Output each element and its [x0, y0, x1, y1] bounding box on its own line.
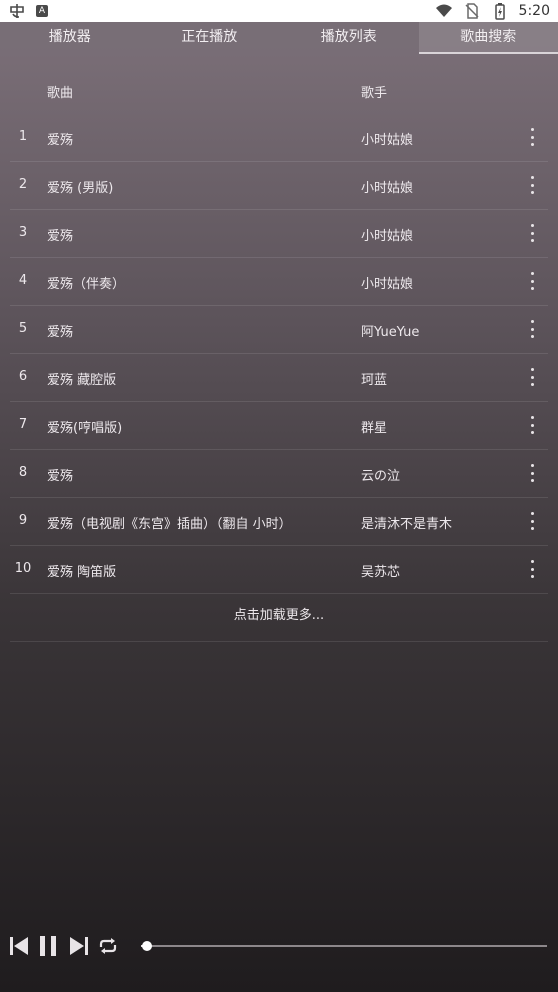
- more-options-icon[interactable]: [522, 366, 542, 388]
- pause-icon[interactable]: [36, 934, 60, 958]
- row-title: 爱殇 陶笛版: [47, 565, 117, 580]
- header-song: 歌曲: [47, 86, 74, 101]
- next-icon[interactable]: [67, 934, 91, 958]
- song-list: 1 爱殇 小时姑娘 2 爱殇 (男版) 小时姑娘 3 爱殇 小时姑娘 4 爱殇（…: [10, 114, 548, 642]
- load-more-button[interactable]: 点击加载更多...: [10, 594, 548, 642]
- status-time: 5:20: [518, 3, 550, 19]
- repeat-icon[interactable]: [96, 934, 120, 958]
- row-artist: 云の泣: [361, 469, 401, 484]
- row-index: 7: [18, 417, 28, 432]
- row-artist: 阿YueYue: [361, 325, 420, 340]
- row-index: 10: [14, 561, 32, 576]
- row-index: 8: [18, 465, 28, 480]
- more-options-icon[interactable]: [522, 174, 542, 196]
- no-sim-icon: [465, 3, 479, 19]
- song-row[interactable]: 9 爱殇（电视剧《东宫》插曲）（翻自 小时） 是清沐不是青木: [10, 498, 548, 546]
- more-options-icon[interactable]: [522, 222, 542, 244]
- row-artist: 小时姑娘: [361, 277, 414, 292]
- song-row[interactable]: 6 爱殇 藏腔版 珂蓝: [10, 354, 548, 402]
- app-main: 播放器 正在播放 播放列表 歌曲搜索 歌曲 歌手 1 爱殇 小时姑娘 2 爱殇 …: [0, 22, 558, 992]
- status-right-icons: 5:20: [435, 2, 550, 20]
- more-options-icon[interactable]: [522, 318, 542, 340]
- row-title: 爱殇（伴奏）: [47, 277, 126, 292]
- notification-app-icon: [10, 4, 24, 18]
- song-row[interactable]: 5 爱殇 阿YueYue: [10, 306, 548, 354]
- wifi-icon: [435, 4, 452, 17]
- row-artist: 是清沐不是青木: [361, 517, 453, 532]
- row-index: 4: [18, 273, 28, 288]
- tab-playlist[interactable]: 播放列表: [279, 22, 419, 54]
- more-options-icon[interactable]: [522, 558, 542, 580]
- song-row[interactable]: 7 爱殇(哼唱版) 群星: [10, 402, 548, 450]
- song-row[interactable]: 10 爱殇 陶笛版 吴苏芯: [10, 546, 548, 594]
- row-title: 爱殇: [47, 133, 74, 148]
- battery-charging-icon: [494, 3, 505, 20]
- song-row[interactable]: 4 爱殇（伴奏） 小时姑娘: [10, 258, 548, 306]
- row-artist: 珂蓝: [361, 373, 388, 388]
- row-title: 爱殇: [47, 229, 74, 244]
- row-artist: 小时姑娘: [361, 133, 414, 148]
- status-left-icons: A: [8, 2, 48, 20]
- row-title: 爱殇: [47, 469, 74, 484]
- row-title: 爱殇 (男版): [47, 181, 114, 196]
- row-title: 爱殇: [47, 325, 74, 340]
- row-index: 5: [18, 321, 28, 336]
- header-artist: 歌手: [361, 86, 388, 101]
- row-index: 2: [18, 177, 28, 192]
- song-row[interactable]: 8 爱殇 云の泣: [10, 450, 548, 498]
- row-artist: 小时姑娘: [361, 181, 414, 196]
- keyboard-a-icon: A: [36, 5, 48, 17]
- song-row[interactable]: 3 爱殇 小时姑娘: [10, 210, 548, 258]
- row-title: 爱殇 藏腔版: [47, 373, 117, 388]
- more-options-icon[interactable]: [522, 270, 542, 292]
- row-index: 1: [18, 129, 28, 144]
- progress-bar[interactable]: [141, 941, 547, 951]
- tab-player[interactable]: 播放器: [0, 22, 140, 54]
- status-bar: A 5:20: [0, 0, 558, 22]
- player-bar: [0, 928, 558, 968]
- progress-thumb[interactable]: [142, 941, 153, 951]
- list-header: 歌曲 歌手: [0, 70, 558, 110]
- row-artist: 吴苏芯: [361, 565, 401, 580]
- song-row[interactable]: 2 爱殇 (男版) 小时姑娘: [10, 162, 548, 210]
- row-artist: 群星: [361, 421, 388, 436]
- tab-bar: 播放器 正在播放 播放列表 歌曲搜索: [0, 22, 558, 54]
- row-index: 6: [18, 369, 28, 384]
- more-options-icon[interactable]: [522, 510, 542, 532]
- row-artist: 小时姑娘: [361, 229, 414, 244]
- more-options-icon[interactable]: [522, 126, 542, 148]
- tab-now-playing[interactable]: 正在播放: [140, 22, 280, 54]
- more-options-icon[interactable]: [522, 462, 542, 484]
- row-title: 爱殇（电视剧《东宫》插曲）（翻自 小时）: [47, 517, 292, 532]
- more-options-icon[interactable]: [522, 414, 542, 436]
- row-title: 爱殇(哼唱版): [47, 421, 123, 436]
- row-index: 3: [18, 225, 28, 240]
- tab-song-search[interactable]: 歌曲搜索: [418, 22, 558, 54]
- previous-icon[interactable]: [7, 934, 31, 958]
- row-index: 9: [18, 513, 28, 528]
- song-row[interactable]: 1 爱殇 小时姑娘: [10, 114, 548, 162]
